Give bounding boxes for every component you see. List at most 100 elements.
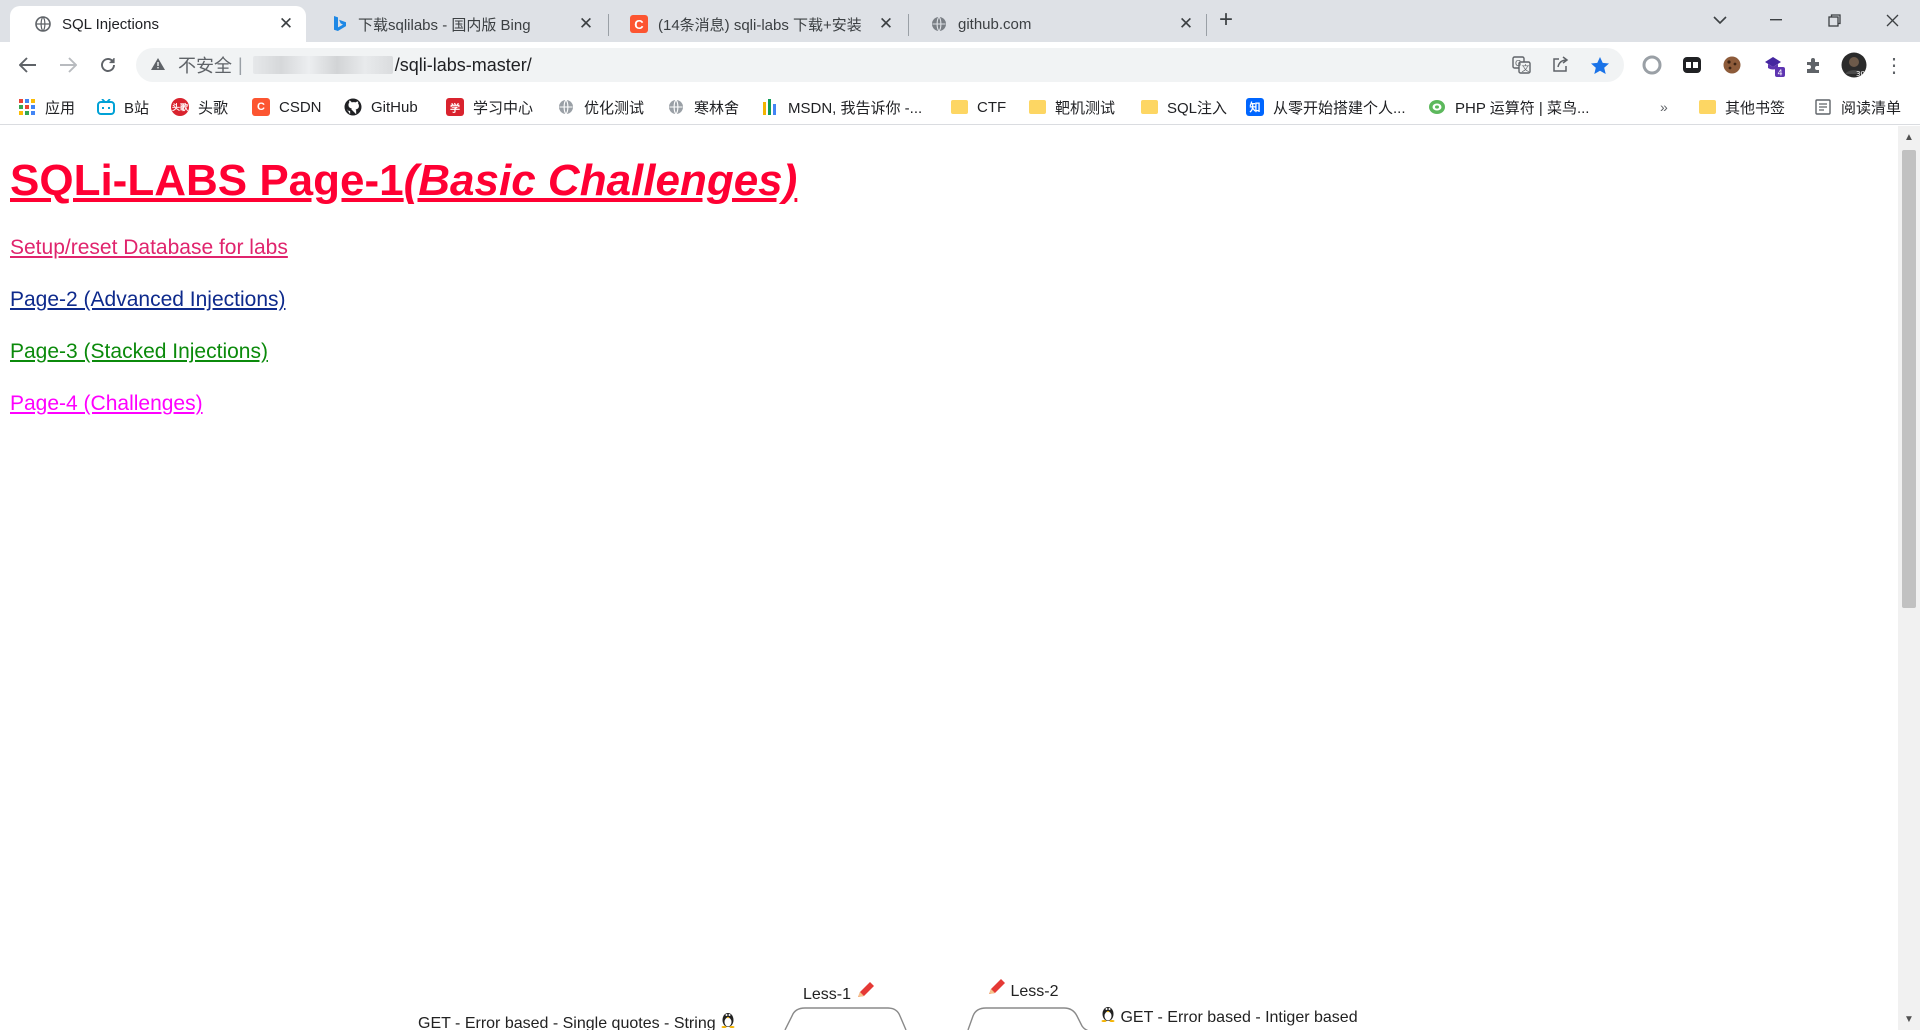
bookmark-hanlinshe[interactable]: 寒林舍 xyxy=(667,95,739,119)
page-content: SQLi-LABS Page-1(Basic Challenges) Setup… xyxy=(0,126,1898,1030)
address-bar[interactable]: 不安全 | /sqli-labs-master/ xyxy=(136,48,1624,82)
bookmark-reading-list[interactable]: 阅读清单 xyxy=(1814,95,1901,119)
bilibili-icon xyxy=(97,98,115,116)
share-icon[interactable] xyxy=(1546,51,1574,79)
redacted-host xyxy=(252,56,393,74)
mindmap-label: Less-2 xyxy=(1010,983,1059,1000)
arrow-left-icon xyxy=(19,57,36,73)
window-close-button[interactable] xyxy=(1864,0,1920,40)
reload-button[interactable] xyxy=(92,49,124,81)
bookmark-star-icon[interactable] xyxy=(1586,51,1614,79)
url-text: /sqli-labs-master/ xyxy=(394,54,532,75)
tab-github[interactable]: github.com ✕ xyxy=(906,6,1206,42)
bookmark-github[interactable]: GitHub xyxy=(344,95,418,119)
tab-strip: SQL Injections ✕ 下载sqlilabs - 国内版 Bing ✕… xyxy=(0,0,1920,42)
msdn-icon xyxy=(761,98,779,116)
tab-close-icon[interactable]: ✕ xyxy=(576,14,596,34)
cookie-icon[interactable] xyxy=(1718,51,1746,79)
runoob-icon xyxy=(1428,98,1446,116)
bookmark-csdn[interactable]: C CSDN xyxy=(252,95,322,119)
scroll-up-arrow-icon[interactable]: ▲ xyxy=(1898,128,1920,146)
pencil-icon xyxy=(855,982,875,1003)
mindmap-less-2[interactable]: Less-2 xyxy=(986,978,1058,1001)
page-2-link[interactable]: Page-2 (Advanced Injections) xyxy=(10,288,286,312)
translate-icon[interactable]: G文 xyxy=(1508,51,1536,79)
bookmark-label: CTF xyxy=(977,98,1007,116)
bookmark-bilibili[interactable]: B站 xyxy=(97,95,149,119)
mindmap-get-error-single-quotes[interactable]: GET - Error based - Single quotes - Stri… xyxy=(418,1010,736,1030)
mindmap-connectors xyxy=(784,1007,1089,1030)
globe-icon xyxy=(667,98,685,116)
hack-extension-icon[interactable]: 4 xyxy=(1760,51,1788,79)
restore-button[interactable] xyxy=(1806,0,1862,40)
back-button[interactable] xyxy=(12,49,44,81)
tab-close-icon[interactable]: ✕ xyxy=(276,14,296,34)
mindmap-get-error-integer[interactable]: GET - Error based - Intiger based xyxy=(1100,1004,1358,1027)
bookmark-study-center[interactable]: 学 学习中心 xyxy=(446,95,533,119)
bookmark-apps[interactable]: 应用 xyxy=(18,95,75,119)
tab-bing[interactable]: 下载sqlilabs - 国内版 Bing ✕ xyxy=(306,6,606,42)
page-title[interactable]: SQLi-LABS Page-1(Basic Challenges) xyxy=(10,156,797,206)
extension-badge: 4 xyxy=(1778,69,1783,78)
bookmark-folder-sqli[interactable]: SQL注入 xyxy=(1140,95,1227,119)
bookmarks-overflow-button[interactable]: » xyxy=(1660,95,1668,119)
bookmark-runoob[interactable]: PHP 运算符 | 菜鸟... xyxy=(1428,95,1589,119)
bookmark-label: MSDN, 我告诉你 -... xyxy=(788,99,923,117)
extension-circle-icon[interactable] xyxy=(1638,51,1666,79)
bookmark-label: 靶机测试 xyxy=(1055,99,1116,117)
bookmark-label: B站 xyxy=(124,99,150,117)
svg-text:文: 文 xyxy=(1522,63,1530,73)
reading-list-icon xyxy=(1814,98,1832,116)
scrollbar-thumb[interactable] xyxy=(1902,150,1916,608)
bookmark-optimization-test[interactable]: 优化测试 xyxy=(557,95,644,119)
page-title-main: SQLi-LABS Page-1 xyxy=(10,156,404,205)
reload-icon xyxy=(101,58,115,72)
linux-penguin-icon xyxy=(720,1013,736,1030)
mindmap-label: GET - Error based - Single quotes - Stri… xyxy=(418,1015,716,1030)
chevron-down-icon xyxy=(1713,15,1727,24)
tab-sql-injections[interactable]: SQL Injections ✕ xyxy=(10,6,306,42)
menu-kebab-icon[interactable]: ⋮ xyxy=(1880,51,1908,79)
bookmark-other-folder[interactable]: 其他书签 xyxy=(1698,95,1785,119)
bookmark-folder-target[interactable]: 靶机测试 xyxy=(1028,95,1115,119)
github-icon xyxy=(344,98,362,116)
page-scrollbar[interactable]: ▲ ▼ xyxy=(1898,126,1920,1030)
setup-reset-database-link[interactable]: Setup/reset Database for labs xyxy=(10,236,288,260)
tab-search-button[interactable] xyxy=(1692,0,1748,40)
tab-title: SQL Injections xyxy=(62,15,159,33)
bookmark-msdn[interactable]: MSDN, 我告诉你 -... xyxy=(761,95,922,119)
minimize-button[interactable] xyxy=(1748,0,1804,40)
page-3-link[interactable]: Page-3 (Stacked Injections) xyxy=(10,340,268,364)
tab-close-icon[interactable]: ✕ xyxy=(1176,14,1196,34)
bookmark-label: SQL注入 xyxy=(1167,99,1228,117)
new-tab-button[interactable]: + xyxy=(1206,0,1246,40)
bookmark-touge[interactable]: 头歌 头歌 xyxy=(171,95,228,119)
tab-csdn[interactable]: C (14条消息) sqli-labs 下载+安装 ✕ xyxy=(606,6,906,42)
avatar-badge: 30 xyxy=(1856,70,1865,78)
extension-tab-icon[interactable] xyxy=(1678,51,1706,79)
tab-title: github.com xyxy=(958,15,1032,33)
bookmark-zhihu[interactable]: 知 从零开始搭建个人... xyxy=(1246,95,1406,119)
linux-penguin-icon xyxy=(1100,1007,1120,1026)
bookmark-label: 应用 xyxy=(45,99,76,117)
bookmark-label: 其他书签 xyxy=(1725,99,1786,117)
zhihu-icon: 知 xyxy=(1246,98,1264,116)
profile-avatar[interactable]: 30 xyxy=(1840,51,1868,79)
csdn-icon: C xyxy=(630,15,648,33)
page-4-link[interactable]: Page-4 (Challenges) xyxy=(10,392,203,416)
tab-title: 下载sqlilabs - 国内版 Bing xyxy=(358,16,531,34)
restore-icon xyxy=(1827,13,1841,27)
mindmap-less-1[interactable]: Less-1 xyxy=(803,981,875,1004)
puzzle-extensions-icon[interactable] xyxy=(1800,51,1828,79)
mindmap-label: GET - Error based - Intiger based xyxy=(1120,1009,1358,1026)
warning-triangle-icon xyxy=(150,57,166,74)
bookmark-folder-ctf[interactable]: CTF xyxy=(950,95,1006,119)
minimize-icon xyxy=(1770,19,1782,21)
address-divider: | xyxy=(238,54,243,75)
forward-button[interactable] xyxy=(52,49,84,81)
bookmark-label: CSDN xyxy=(279,98,322,116)
page-title-sub: (Basic Challenges) xyxy=(403,156,798,205)
scroll-down-arrow-icon[interactable]: ▼ xyxy=(1898,1010,1920,1028)
tab-close-icon[interactable]: ✕ xyxy=(876,14,896,34)
touge-icon: 头歌 xyxy=(171,98,189,116)
